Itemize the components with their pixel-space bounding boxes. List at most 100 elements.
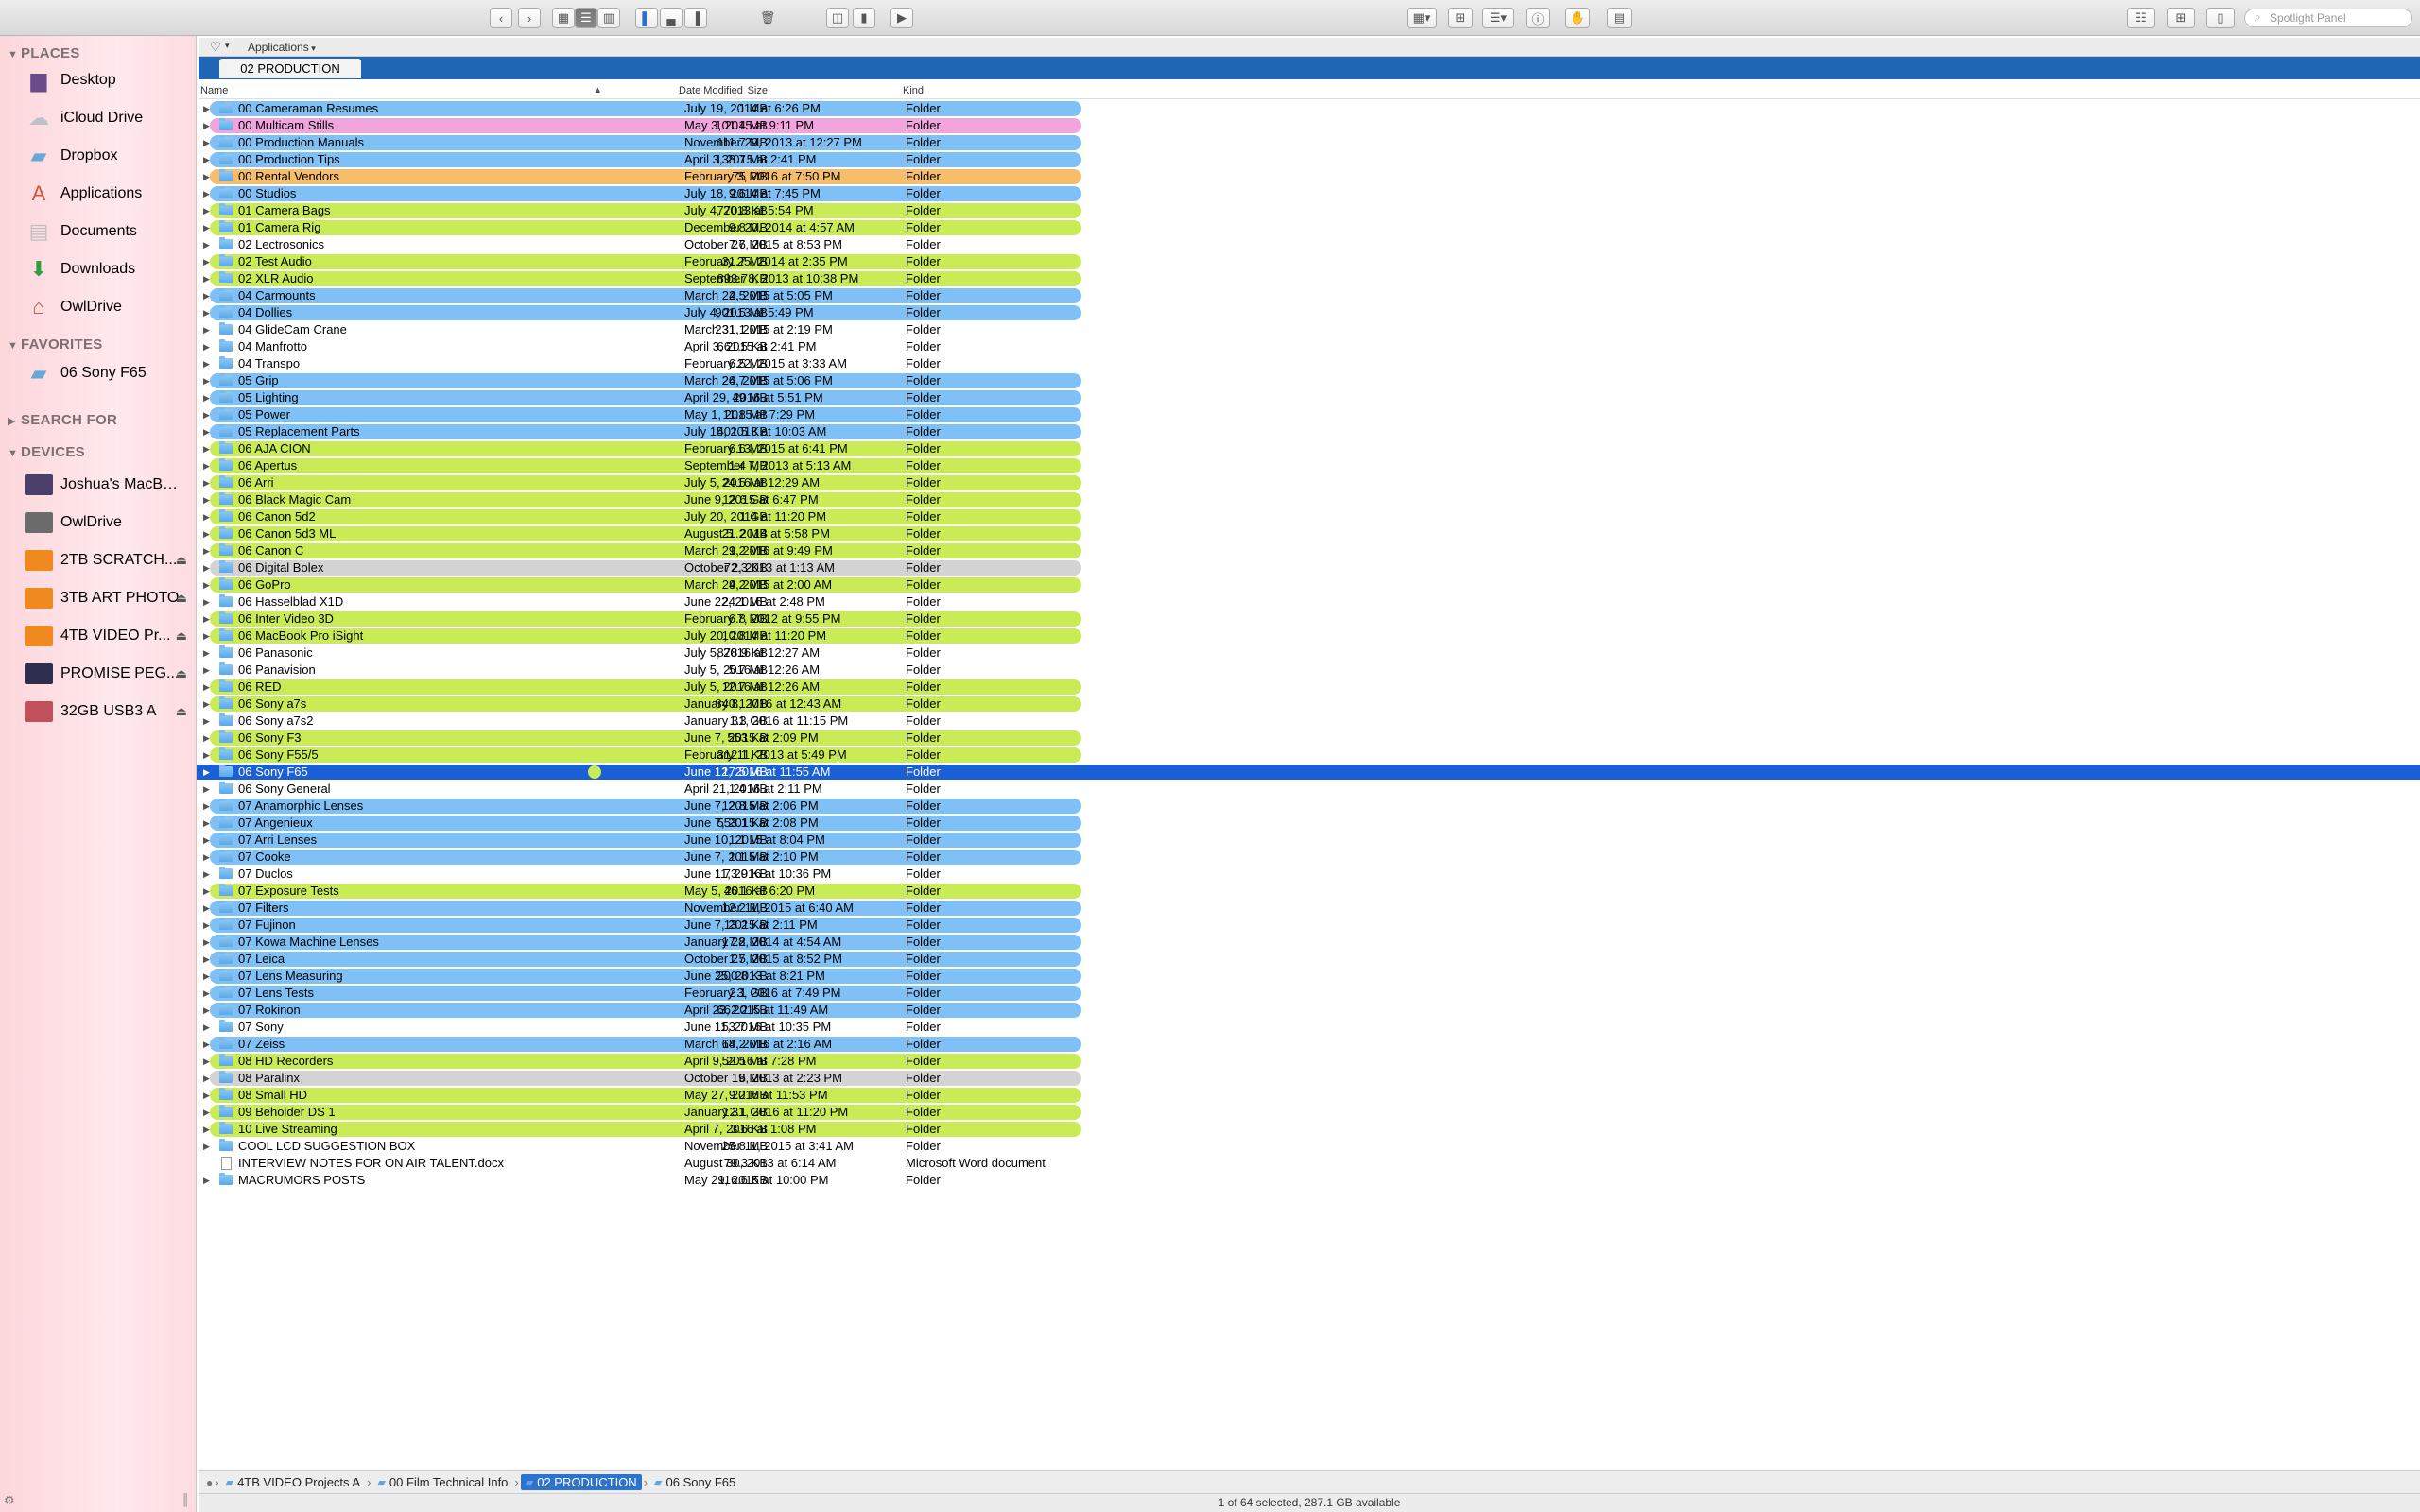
table-row[interactable]: ▶ 04 Manfrotto 661.5 KB April 3, 2015 at 2:… [199, 338, 2420, 355]
table-row[interactable]: ▶ 02 Test Audio 31.7 MB February 25, 2014 a… [199, 253, 2420, 270]
sidebar-item-3tb-art-photo[interactable]: 3TB ART PHOTO ⏏ [23, 582, 193, 614]
sidebar-item-applications[interactable]: A Applications [23, 178, 193, 210]
table-row[interactable]: ▶ 05 Power 11.8 MB May 1, 2015 at 7:29 PM Fo… [199, 406, 2420, 423]
sidebar-item-icloud-drive[interactable]: ☁ iCloud Drive [23, 102, 193, 134]
split-pane-button[interactable]: ▮ [853, 8, 875, 28]
table-row[interactable]: ▶ 05 Replacement Parts 401.5 KB July 15, 20… [199, 423, 2420, 440]
disclosure-triangle-icon[interactable]: ▶ [203, 679, 210, 696]
table-row[interactable]: ▶ 07 Lens Tests 2.1 GB February 3, 2016 at … [199, 985, 2420, 1002]
disclosure-triangle-icon[interactable]: ▶ [203, 406, 210, 423]
sidebar-section-search[interactable]: ▶ SEARCH FOR [8, 412, 117, 428]
table-row[interactable]: ▶ 09 Beholder DS 1 12.1 GB January 31, 2016… [199, 1104, 2420, 1121]
table-row[interactable]: ▶ 06 Apertus 1.4 MB September 7, 2013 at 5:… [199, 457, 2420, 474]
disclosure-triangle-icon[interactable]: ▶ [203, 1070, 210, 1087]
eject-icon[interactable]: ⏏ [176, 628, 187, 644]
table-row[interactable]: ▶ 01 Camera Rig 9.8 MB December 20, 2014 at… [199, 219, 2420, 236]
eject-icon[interactable]: ⏏ [176, 704, 187, 719]
table-row[interactable]: ▶ 10 Live Streaming 3.6 KB April 7, 2016 at… [199, 1121, 2420, 1138]
back-button[interactable]: ‹ [490, 8, 512, 28]
list-view-button[interactable]: ☰ [575, 8, 597, 28]
disclosure-triangle-icon[interactable]: ▶ [203, 440, 210, 457]
dual-pane-button[interactable]: ◫ [826, 8, 849, 28]
table-row[interactable]: ▶ 06 AJA CION 6.6 MB February 13, 2015 at 6… [199, 440, 2420, 457]
sidebar-item-owldrive[interactable]: OwlDrive [23, 507, 193, 539]
disclosure-triangle-icon[interactable]: ▶ [203, 593, 210, 610]
table-row[interactable]: ▶ 00 Studios 9.6 MB July 18, 2014 at 7:45 P… [199, 185, 2420, 202]
disclosure-triangle-icon[interactable]: ▶ [203, 849, 210, 866]
disclosure-triangle-icon[interactable]: ▶ [203, 968, 210, 985]
disclosure-triangle-icon[interactable]: ▶ [203, 985, 210, 1002]
disclosure-triangle-icon[interactable]: ▶ [203, 900, 210, 917]
disclosure-triangle-icon[interactable]: ▶ [203, 696, 210, 713]
disclosure-triangle-icon[interactable]: ▶ [203, 168, 210, 185]
table-row[interactable]: INTERVIEW NOTES FOR ON AIR TALENT.docx 79… [199, 1155, 2420, 1172]
table-row[interactable]: ▶ 00 Multicam Stills 101.4 MB May 3, 2015 a… [199, 117, 2420, 134]
sidebar-item-owldrive[interactable]: ⌂ OwlDrive [23, 291, 193, 323]
table-row[interactable]: ▶ 00 Rental Vendors 75 MB February 3, 2016 … [199, 168, 2420, 185]
disclosure-triangle-icon[interactable]: ▶ [203, 1172, 210, 1189]
table-row[interactable]: ▶ 02 XLR Audio 893.7 KB September 8, 2013 a… [199, 270, 2420, 287]
disclosure-triangle-icon[interactable]: ▶ [203, 372, 210, 389]
disclosure-triangle-icon[interactable]: ▶ [203, 457, 210, 474]
table-row[interactable]: ▶ 00 Cameraman Resumes 1 MB July 19, 2014 a… [199, 100, 2420, 117]
disclosure-triangle-icon[interactable]: ▶ [203, 219, 210, 236]
table-row[interactable]: ▶ 07 Rokinon 662.2 KB April 23, 2015 at 11:… [199, 1002, 2420, 1019]
table-row[interactable]: ▶ 00 Production Manuals 111.7 MB November 2… [199, 134, 2420, 151]
table-row[interactable]: ▶ 02 Lectrosonics 7.6 MB October 27, 2015 a… [199, 236, 2420, 253]
chevron-down-icon[interactable]: ▾ [225, 41, 230, 51]
action-button[interactable]: ☰▾ [1482, 8, 1514, 28]
disclosure-triangle-icon[interactable]: ▶ [203, 134, 210, 151]
table-row[interactable]: ▶ 05 Lighting 49 MB April 29, 2016 at 5:51 … [199, 389, 2420, 406]
table-row[interactable]: ▶ 01 Camera Bags 770.8 KB July 4, 2013 at 5… [199, 202, 2420, 219]
column-header-date[interactable]: Date Modified [679, 85, 743, 96]
disclosure-triangle-icon[interactable]: ▶ [203, 355, 210, 372]
table-row[interactable]: ▶ 06 Sony General 1.4 MB April 21, 2016 at … [199, 781, 2420, 798]
spotlight-search-field[interactable]: ⌕ Spotlight Panel [2244, 9, 2412, 27]
table-row[interactable]: ▶ 04 GlideCam Crane 231.1 MB March 31, 2015… [199, 321, 2420, 338]
table-row[interactable]: ▶ 06 Digital Bolex 72.3 KB October 2, 2013 … [199, 559, 2420, 576]
table-row[interactable]: ▶ 06 GoPro 4.2 MB March 29, 2015 at 2:00 AM… [199, 576, 2420, 593]
sidebar-item-documents[interactable]: ▤ Documents [23, 215, 193, 248]
sidebar-item-2tb-scratch[interactable]: 2TB SCRATCH... ⏏ [23, 544, 193, 576]
get-info-button[interactable]: ⓘ [1526, 8, 1550, 28]
disclosure-triangle-icon[interactable]: ▶ [203, 866, 210, 883]
eject-icon[interactable]: ⏏ [176, 553, 187, 568]
table-row[interactable]: ▶ 07 Lens Measuring 200.8 KB June 25, 2013 … [199, 968, 2420, 985]
sidebar-section-favorites[interactable]: ▼ FAVORITES [8, 336, 103, 352]
left-pane-button[interactable]: ▌ [635, 8, 658, 28]
disclosure-triangle-icon[interactable]: ▶ [203, 832, 210, 849]
sidebar-section-devices[interactable]: ▼ DEVICES [8, 444, 85, 460]
table-row[interactable]: ▶ 08 Small HD 9.2 MB May 27, 2015 at 11:53 … [199, 1087, 2420, 1104]
disclosure-triangle-icon[interactable]: ▶ [203, 1053, 210, 1070]
disclosure-triangle-icon[interactable]: ▶ [203, 627, 210, 644]
forward-button[interactable]: › [518, 8, 541, 28]
disclosure-triangle-icon[interactable]: ▶ [203, 525, 210, 542]
disclosure-triangle-icon[interactable]: ▶ [203, 304, 210, 321]
disclosure-triangle-icon[interactable]: ▶ [203, 1104, 210, 1121]
sidebar-item-desktop[interactable]: ▆ Desktop [23, 64, 193, 96]
table-row[interactable]: ▶ 06 Hasselblad X1D 24.1 MB June 22, 2016 a… [199, 593, 2420, 610]
sidebar-item-dropbox[interactable]: ▰ Dropbox [23, 140, 193, 172]
table-row[interactable]: ▶ 06 Sony F65 17.5 MB June 12, 2016 at 11:5… [197, 764, 2420, 781]
table-row[interactable]: ▶ 06 Sony a7s2 1.3 GB January 31, 2016 at 1… [199, 713, 2420, 730]
sidebar-item-4tb-video-pr[interactable]: 4TB VIDEO Pr... ⏏ [23, 620, 193, 652]
table-row[interactable]: ▶ 06 Inter Video 3D 6.8 MB February 7, 2012… [199, 610, 2420, 627]
disclosure-triangle-icon[interactable]: ▶ [203, 287, 210, 304]
sort-button[interactable]: ☷ [2127, 8, 2155, 28]
sidebar-item-promise-peg[interactable]: PROMISE PEG... ⏏ [23, 658, 193, 690]
disclosure-triangle-icon[interactable]: ▶ [203, 576, 210, 593]
sidebar-section-places[interactable]: ▼ PLACES [8, 45, 80, 61]
table-row[interactable]: ▶ 06 Black Magic Cam 12.6 GB June 9, 2015 a… [199, 491, 2420, 508]
disclosure-triangle-icon[interactable]: ▶ [203, 1036, 210, 1053]
column-header-name[interactable]: Name [200, 85, 228, 96]
table-row[interactable]: ▶ 05 Grip 26.7 MB March 24, 2015 at 5:06 PM… [199, 372, 2420, 389]
disclosure-triangle-icon[interactable]: ▶ [203, 644, 210, 662]
disclosure-triangle-icon[interactable]: ▶ [203, 1087, 210, 1104]
disclosure-triangle-icon[interactable]: ▶ [203, 662, 210, 679]
hand-tool-button[interactable]: ✋ [1565, 8, 1590, 28]
eject-icon[interactable]: ⏏ [176, 666, 187, 681]
table-row[interactable]: ▶ 07 Fujinon 13.2 KB June 7, 2015 at 2:11 P… [199, 917, 2420, 934]
disclosure-triangle-icon[interactable]: ▶ [203, 474, 210, 491]
disclosure-triangle-icon[interactable]: ▶ [203, 798, 210, 815]
eject-icon[interactable]: ⏏ [176, 591, 187, 606]
